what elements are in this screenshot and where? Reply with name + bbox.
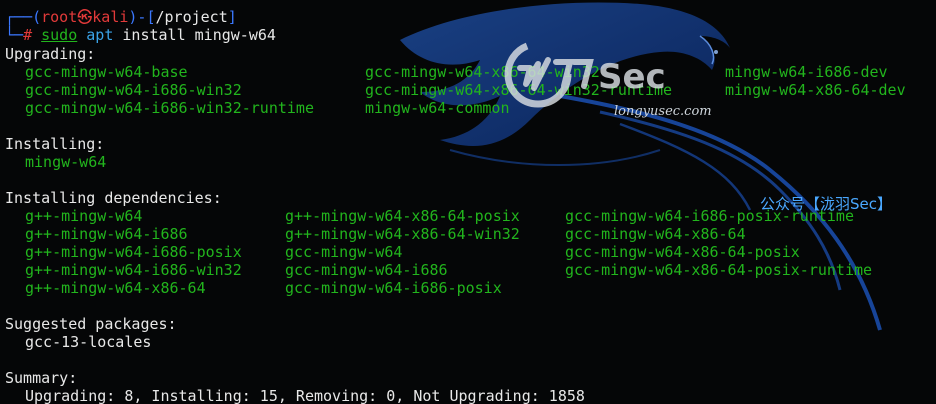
watermark-wechat-account: 公众号【泷羽Sec】 (760, 195, 892, 213)
package-item: mingw-w64-x86-64-dev (725, 81, 906, 99)
package-item: gcc-mingw-w64-i686-win32 (25, 81, 242, 99)
summary-heading: Summary: (5, 369, 78, 387)
package-item: g++-mingw-w64-x86-64-posix (285, 207, 520, 225)
prompt-path: /project (155, 8, 228, 26)
prompt-line-1: ┌──(root㉿kali)-[/project] (5, 8, 237, 26)
installing-heading: Installing: (5, 135, 105, 153)
package-item: g++-mingw-w64-i686-posix (25, 243, 242, 261)
kali-skull-icon: ㉿ (77, 8, 93, 26)
suggested-heading: Suggested packages: (5, 315, 177, 333)
command-line[interactable]: └─# sudo apt install mingw-w64 (5, 26, 276, 44)
upgrading-heading: Upgrading: (5, 45, 96, 63)
dependencies-heading: Installing dependencies: (5, 189, 222, 207)
package-item: gcc-mingw-w64-base (25, 63, 188, 81)
prompt-hash: # (23, 26, 33, 44)
package-item: g++-mingw-w64-x86-64 (25, 279, 206, 297)
package-item: gcc-mingw-w64-x86-64-posix-runtime (565, 261, 873, 279)
package-item: gcc-mingw-w64-x86-64 (565, 225, 746, 243)
terminal-window[interactable]: ┌──(root㉿kali)-[/project] └─# sudo apt i… (0, 0, 936, 404)
command-apt: apt (86, 26, 114, 44)
prompt-user: root (41, 8, 78, 26)
watermark-domain: longyusec.com (614, 104, 712, 119)
package-item: mingw-w64-i686-dev (725, 63, 888, 81)
package-item: gcc-mingw-w64-i686-posix (285, 279, 502, 297)
package-item: mingw-w64-common (365, 99, 510, 117)
svg-text:Sec: Sec (598, 57, 666, 97)
package-item: g++-mingw-w64 (25, 207, 143, 225)
package-item: g++-mingw-w64-i686-win32 (25, 261, 242, 279)
package-item: g++-mingw-w64-i686 (25, 225, 188, 243)
package-item: g++-mingw-w64-x86-64-win32 (285, 225, 520, 243)
prompt-host: kali (92, 8, 129, 26)
command-args: install mingw-w64 (122, 26, 276, 44)
package-item: gcc-mingw-w64-i686-win32-runtime (25, 99, 314, 117)
package-item: mingw-w64 (25, 153, 107, 171)
package-item: gcc-mingw-w64 (285, 243, 403, 261)
package-item: gcc-mingw-w64-i686 (285, 261, 448, 279)
command-sudo: sudo (41, 26, 78, 44)
summary-line: Upgrading: 8, Installing: 15, Removing: … (25, 387, 585, 404)
package-item: gcc-13-locales (25, 333, 152, 351)
package-item: gcc-mingw-w64-x86-64-posix (565, 243, 800, 261)
